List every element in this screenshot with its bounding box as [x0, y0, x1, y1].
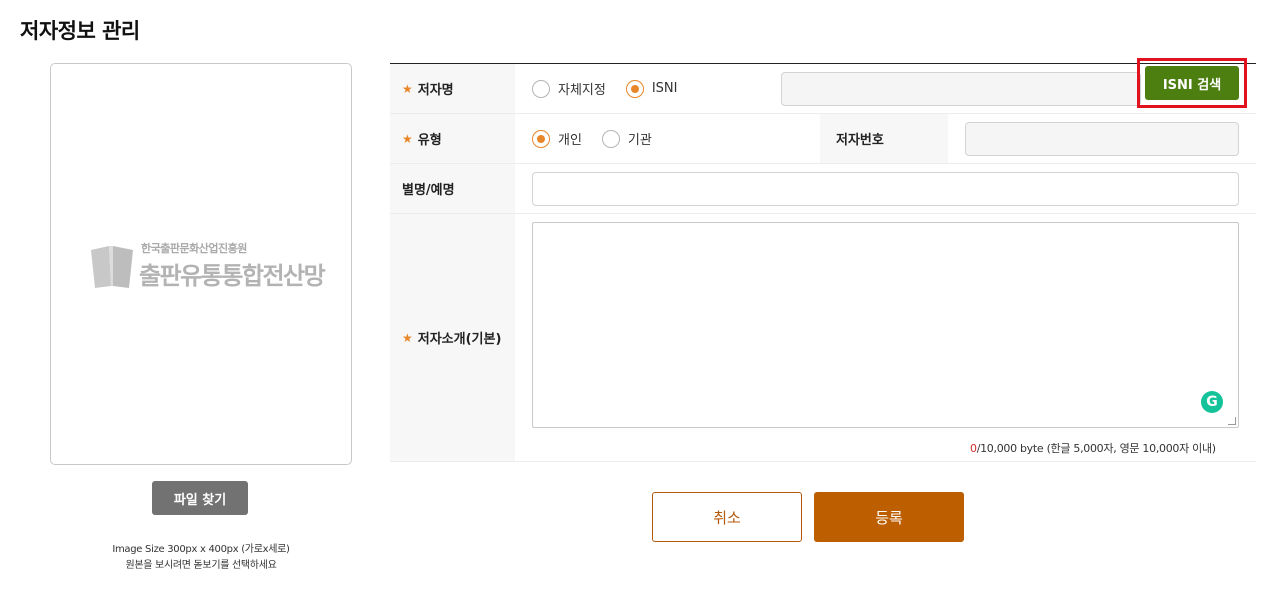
kpipa-logo: 한국출판문화산업진흥원 출판유통통합전산망	[89, 238, 326, 294]
type-radio-group: 개인 기관	[532, 129, 672, 148]
required-star-icon: ★	[402, 131, 413, 146]
author-number-input[interactable]	[965, 122, 1239, 156]
intro-label-text: 저자소개(기본)	[417, 332, 502, 347]
resize-grip-icon[interactable]	[1228, 417, 1236, 425]
row-alias: 별명/예명	[390, 164, 1256, 214]
isni-search-highlight: ISNI 검색	[1137, 58, 1247, 108]
intro-label: ★ 저자소개(기본)	[390, 214, 515, 461]
radio-self-assigned-label[interactable]: 자체지정	[558, 79, 606, 98]
image-zoom-note: 원본을 보시려면 돋보기를 선택하세요	[125, 560, 277, 571]
name-source-radio-group: 자체지정 ISNI	[532, 79, 698, 98]
required-star-icon: ★	[402, 330, 413, 345]
logo-name-text: 출판유통통합전산망	[139, 262, 326, 290]
radio-organization[interactable]	[601, 129, 620, 148]
author-form: ★ 저자명 자체지정 ISNI ISNI 검색 ★ 유형 개인 기관 저자번호 …	[390, 58, 1256, 462]
intro-textarea[interactable]	[532, 222, 1239, 428]
cancel-button[interactable]: 취소	[652, 492, 802, 542]
file-browse-button[interactable]: 파일 찾기	[152, 481, 248, 515]
byte-current: 0	[970, 442, 977, 455]
radio-isni[interactable]	[625, 79, 644, 98]
radio-self-assigned[interactable]	[532, 79, 550, 98]
book-logo-icon	[91, 246, 133, 288]
author-image-preview[interactable]: 한국출판문화산업진흥원 출판유통통합전산망	[50, 63, 352, 465]
radio-isni-label[interactable]: ISNI	[652, 81, 678, 96]
radio-organization-label[interactable]: 기관	[628, 129, 652, 148]
isni-search-button[interactable]: ISNI 검색	[1145, 66, 1239, 100]
row-type: ★ 유형 개인 기관 저자번호	[390, 114, 1256, 164]
alias-label: 별명/예명	[390, 164, 515, 213]
row-author-name: ★ 저자명 자체지정 ISNI ISNI 검색	[390, 58, 1256, 114]
row-intro: ★ 저자소개(기본) G 0/10,000 byte (한글 5,000자, 영…	[390, 214, 1256, 462]
radio-individual[interactable]	[532, 129, 550, 148]
author-name-label: ★ 저자명	[390, 64, 515, 113]
required-star-icon: ★	[402, 81, 413, 96]
byte-limit: /10,000 byte (한글 5,000자, 영문 10,000자 이내)	[976, 442, 1216, 455]
type-label-text: 유형	[417, 133, 442, 148]
alias-input[interactable]	[532, 172, 1239, 206]
author-name-input[interactable]	[781, 72, 1141, 106]
grammarly-icon[interactable]: G	[1201, 391, 1223, 413]
logo-org-text: 한국출판문화산업진흥원	[141, 242, 247, 255]
byte-counter: 0/10,000 byte (한글 5,000자, 영문 10,000자 이내)	[970, 440, 1216, 456]
type-label: ★ 유형	[390, 114, 515, 163]
page-title: 저자정보 관리	[20, 19, 140, 43]
author-name-label-text: 저자명	[417, 83, 454, 98]
submit-button[interactable]: 등록	[814, 492, 964, 542]
radio-individual-label[interactable]: 개인	[558, 129, 582, 148]
image-size-note: Image Size 300px x 400px (가로x세로)	[112, 544, 290, 555]
author-number-label: 저자번호	[820, 114, 948, 163]
